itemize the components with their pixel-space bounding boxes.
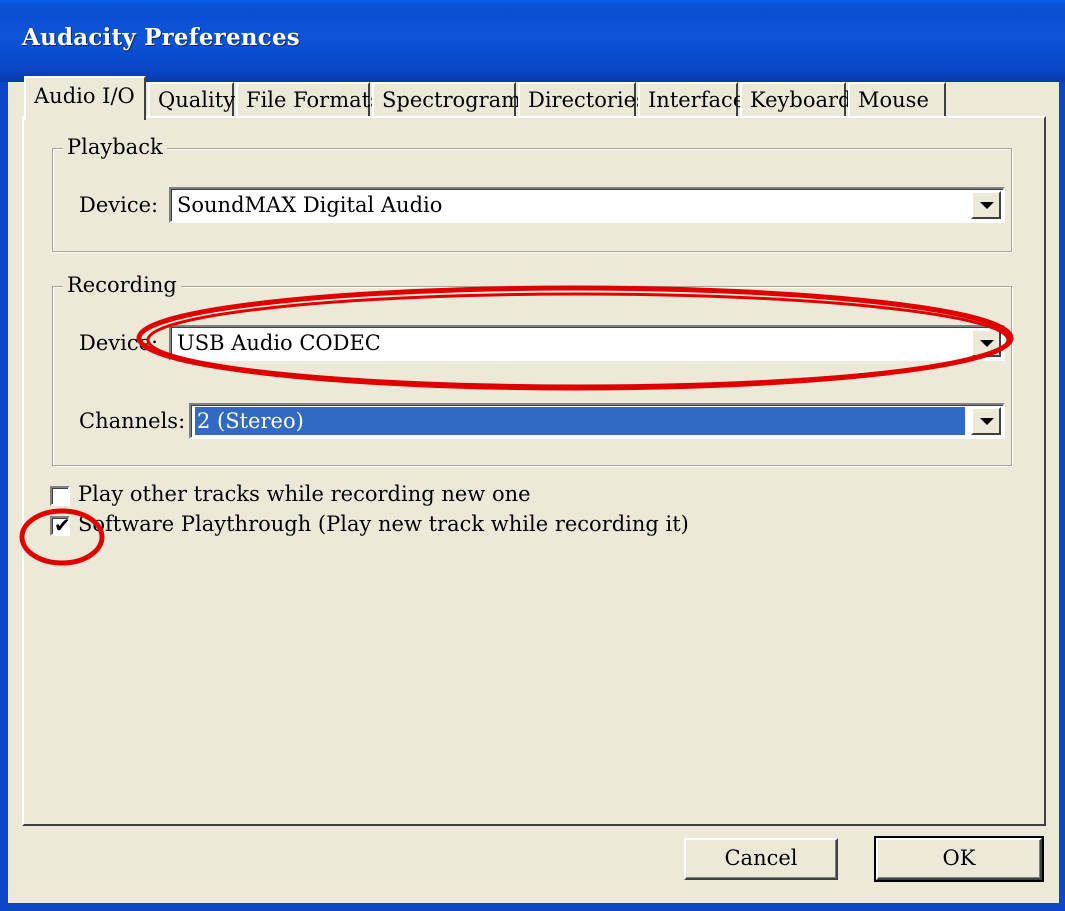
tab-interface[interactable]: Interface	[638, 82, 745, 118]
recording-device-label: Device:	[79, 331, 159, 355]
chevron-down-icon[interactable]	[971, 329, 1001, 357]
recording-channels-label: Channels:	[79, 409, 186, 433]
chevron-down-icon[interactable]	[971, 407, 1001, 435]
recording-legend: Recording	[63, 273, 181, 297]
tab-quality[interactable]: Quality	[148, 82, 235, 118]
software-playthrough-checkbox[interactable]: ✔	[50, 513, 71, 537]
window-frame-right	[1059, 82, 1065, 911]
recording-device-value: USB Audio CODEC	[177, 331, 381, 355]
playback-legend: Playback	[63, 135, 167, 159]
recording-channels-value: 2 (Stereo)	[195, 407, 965, 435]
playback-device-select[interactable]: SoundMAX Digital Audio	[169, 187, 1005, 223]
recording-device-select[interactable]: USB Audio CODEC	[169, 325, 1005, 361]
window-title: Audacity Preferences	[22, 24, 300, 51]
software-playthrough-label[interactable]: Software Playthrough (Play new track whi…	[78, 512, 689, 536]
window-frame-bottom	[0, 903, 1065, 911]
checkmark-icon: ✔	[54, 513, 71, 537]
tab-directories[interactable]: Directories	[518, 82, 647, 118]
tab-keyboard[interactable]: Keyboard	[740, 82, 852, 118]
play-other-tracks-label[interactable]: Play other tracks while recording new on…	[78, 482, 531, 506]
recording-group: Recording Device: USB Audio CODEC Channe…	[52, 273, 1012, 466]
window-frame-left	[0, 82, 8, 911]
tab-file-formats[interactable]: File Formats	[236, 82, 381, 118]
tab-mouse[interactable]: Mouse	[848, 82, 946, 118]
tab-panel-audio-io: Playback Device: SoundMAX Digital Audio …	[22, 116, 1046, 880]
playback-device-label: Device:	[79, 193, 159, 217]
ok-button[interactable]: OK	[874, 836, 1044, 882]
playback-group: Playback Device: SoundMAX Digital Audio	[52, 135, 1012, 252]
tab-audio-io[interactable]: Audio I/O	[24, 76, 146, 120]
recording-channels-select[interactable]: 2 (Stereo)	[189, 403, 1005, 439]
cancel-button[interactable]: Cancel	[684, 838, 838, 880]
play-other-tracks-checkbox[interactable]	[50, 486, 70, 506]
tab-spectrograms[interactable]: Spectrograms	[372, 82, 532, 118]
chevron-down-icon[interactable]	[971, 191, 1001, 219]
playback-device-value: SoundMAX Digital Audio	[177, 193, 443, 217]
title-bar: Audacity Preferences	[0, 0, 1065, 82]
